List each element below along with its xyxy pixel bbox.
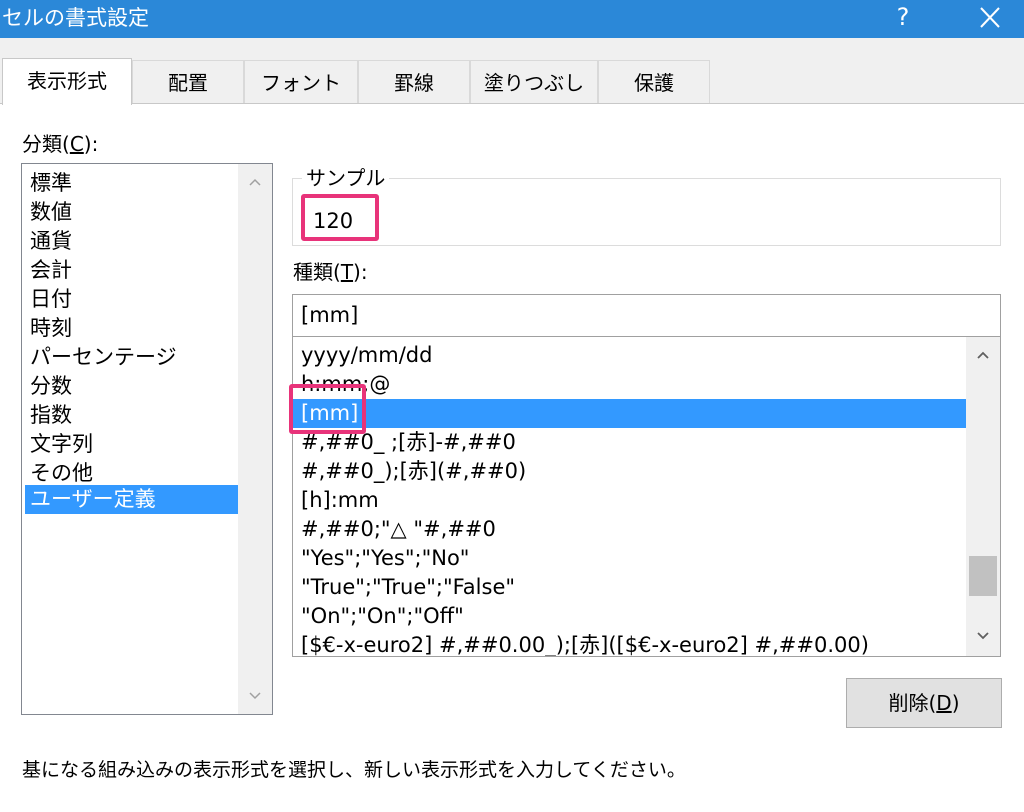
format-item[interactable]: [$€-x-euro2] #,##0.00_);[赤]([$€-x-euro2]…	[293, 631, 967, 656]
tab-font[interactable]: フォント	[244, 60, 358, 104]
window-title: セルの書式設定	[2, 6, 149, 30]
category-item-percentage[interactable]: パーセンテージ	[25, 343, 239, 372]
scroll-up-icon[interactable]	[238, 168, 272, 198]
format-item[interactable]: "Yes";"Yes";"No"	[293, 544, 967, 573]
type-format-list[interactable]: yyyy/mm/dd h:mm;@ [mm] #,##0_ ;[赤]-#,##0…	[292, 337, 1001, 657]
scroll-thumb[interactable]	[969, 556, 997, 597]
help-button[interactable]: ?	[888, 2, 918, 34]
sample-label: サンプル	[302, 166, 390, 190]
category-scrollbar[interactable]	[238, 164, 272, 714]
category-list[interactable]: 標準 数値 通貨 会計 日付 時刻 パーセンテージ 分数 指数 文字列 その他 …	[21, 163, 273, 715]
category-item-general[interactable]: 標準	[25, 169, 239, 198]
scroll-up-icon[interactable]	[966, 341, 1000, 371]
format-item[interactable]: #,##0;"△ "#,##0	[293, 515, 967, 544]
tab-alignment[interactable]: 配置	[132, 60, 244, 104]
scroll-down-icon[interactable]	[238, 682, 272, 712]
category-item-fraction[interactable]: 分数	[25, 372, 239, 401]
title-bar: セルの書式設定 ?	[0, 0, 1024, 38]
category-item-accounting[interactable]: 会計	[25, 256, 239, 285]
format-item[interactable]: h:mm;@	[293, 370, 967, 399]
type-label: 種類(T):	[293, 260, 368, 284]
sample-value: 120	[313, 209, 354, 233]
type-input[interactable]: [mm]	[292, 294, 1001, 337]
format-item-selected[interactable]: [mm]	[293, 399, 967, 428]
format-item[interactable]: #,##0_);[赤](#,##0)	[293, 457, 967, 486]
category-item-text[interactable]: 文字列	[25, 430, 239, 459]
delete-button[interactable]: 削除(D)	[846, 678, 1002, 728]
tab-number[interactable]: 表示形式	[2, 58, 132, 105]
tab-border[interactable]: 罫線	[358, 60, 470, 104]
format-item[interactable]: yyyy/mm/dd	[293, 341, 967, 370]
category-item-date[interactable]: 日付	[25, 285, 239, 314]
close-button[interactable]	[970, 2, 1008, 34]
category-item-special[interactable]: その他	[25, 459, 239, 488]
tab-strip: 表示形式 配置 フォント 罫線 塗りつぶし 保護	[0, 58, 1024, 105]
scroll-down-icon[interactable]	[966, 622, 1000, 652]
category-item-time[interactable]: 時刻	[25, 314, 239, 343]
category-item-scientific[interactable]: 指数	[25, 401, 239, 430]
category-item-currency[interactable]: 通貨	[25, 227, 239, 256]
format-item[interactable]: #,##0_ ;[赤]-#,##0	[293, 428, 967, 457]
sample-group	[292, 178, 1001, 246]
format-item[interactable]: "True";"True";"False"	[293, 573, 967, 602]
tab-fill[interactable]: 塗りつぶし	[470, 60, 598, 104]
format-item[interactable]: [h]:mm	[293, 486, 967, 515]
category-label: 分類(C):	[22, 132, 99, 156]
format-item[interactable]: "On";"On";"Off"	[293, 602, 967, 631]
close-icon	[980, 7, 1000, 28]
description-text: 基になる組み込みの表示形式を選択し、新しい表示形式を入力してください。	[22, 759, 686, 781]
format-scrollbar[interactable]	[966, 337, 1000, 656]
category-item-custom[interactable]: ユーザー定義	[25, 485, 239, 514]
category-item-number[interactable]: 数値	[25, 198, 239, 227]
tab-protection[interactable]: 保護	[598, 60, 710, 104]
